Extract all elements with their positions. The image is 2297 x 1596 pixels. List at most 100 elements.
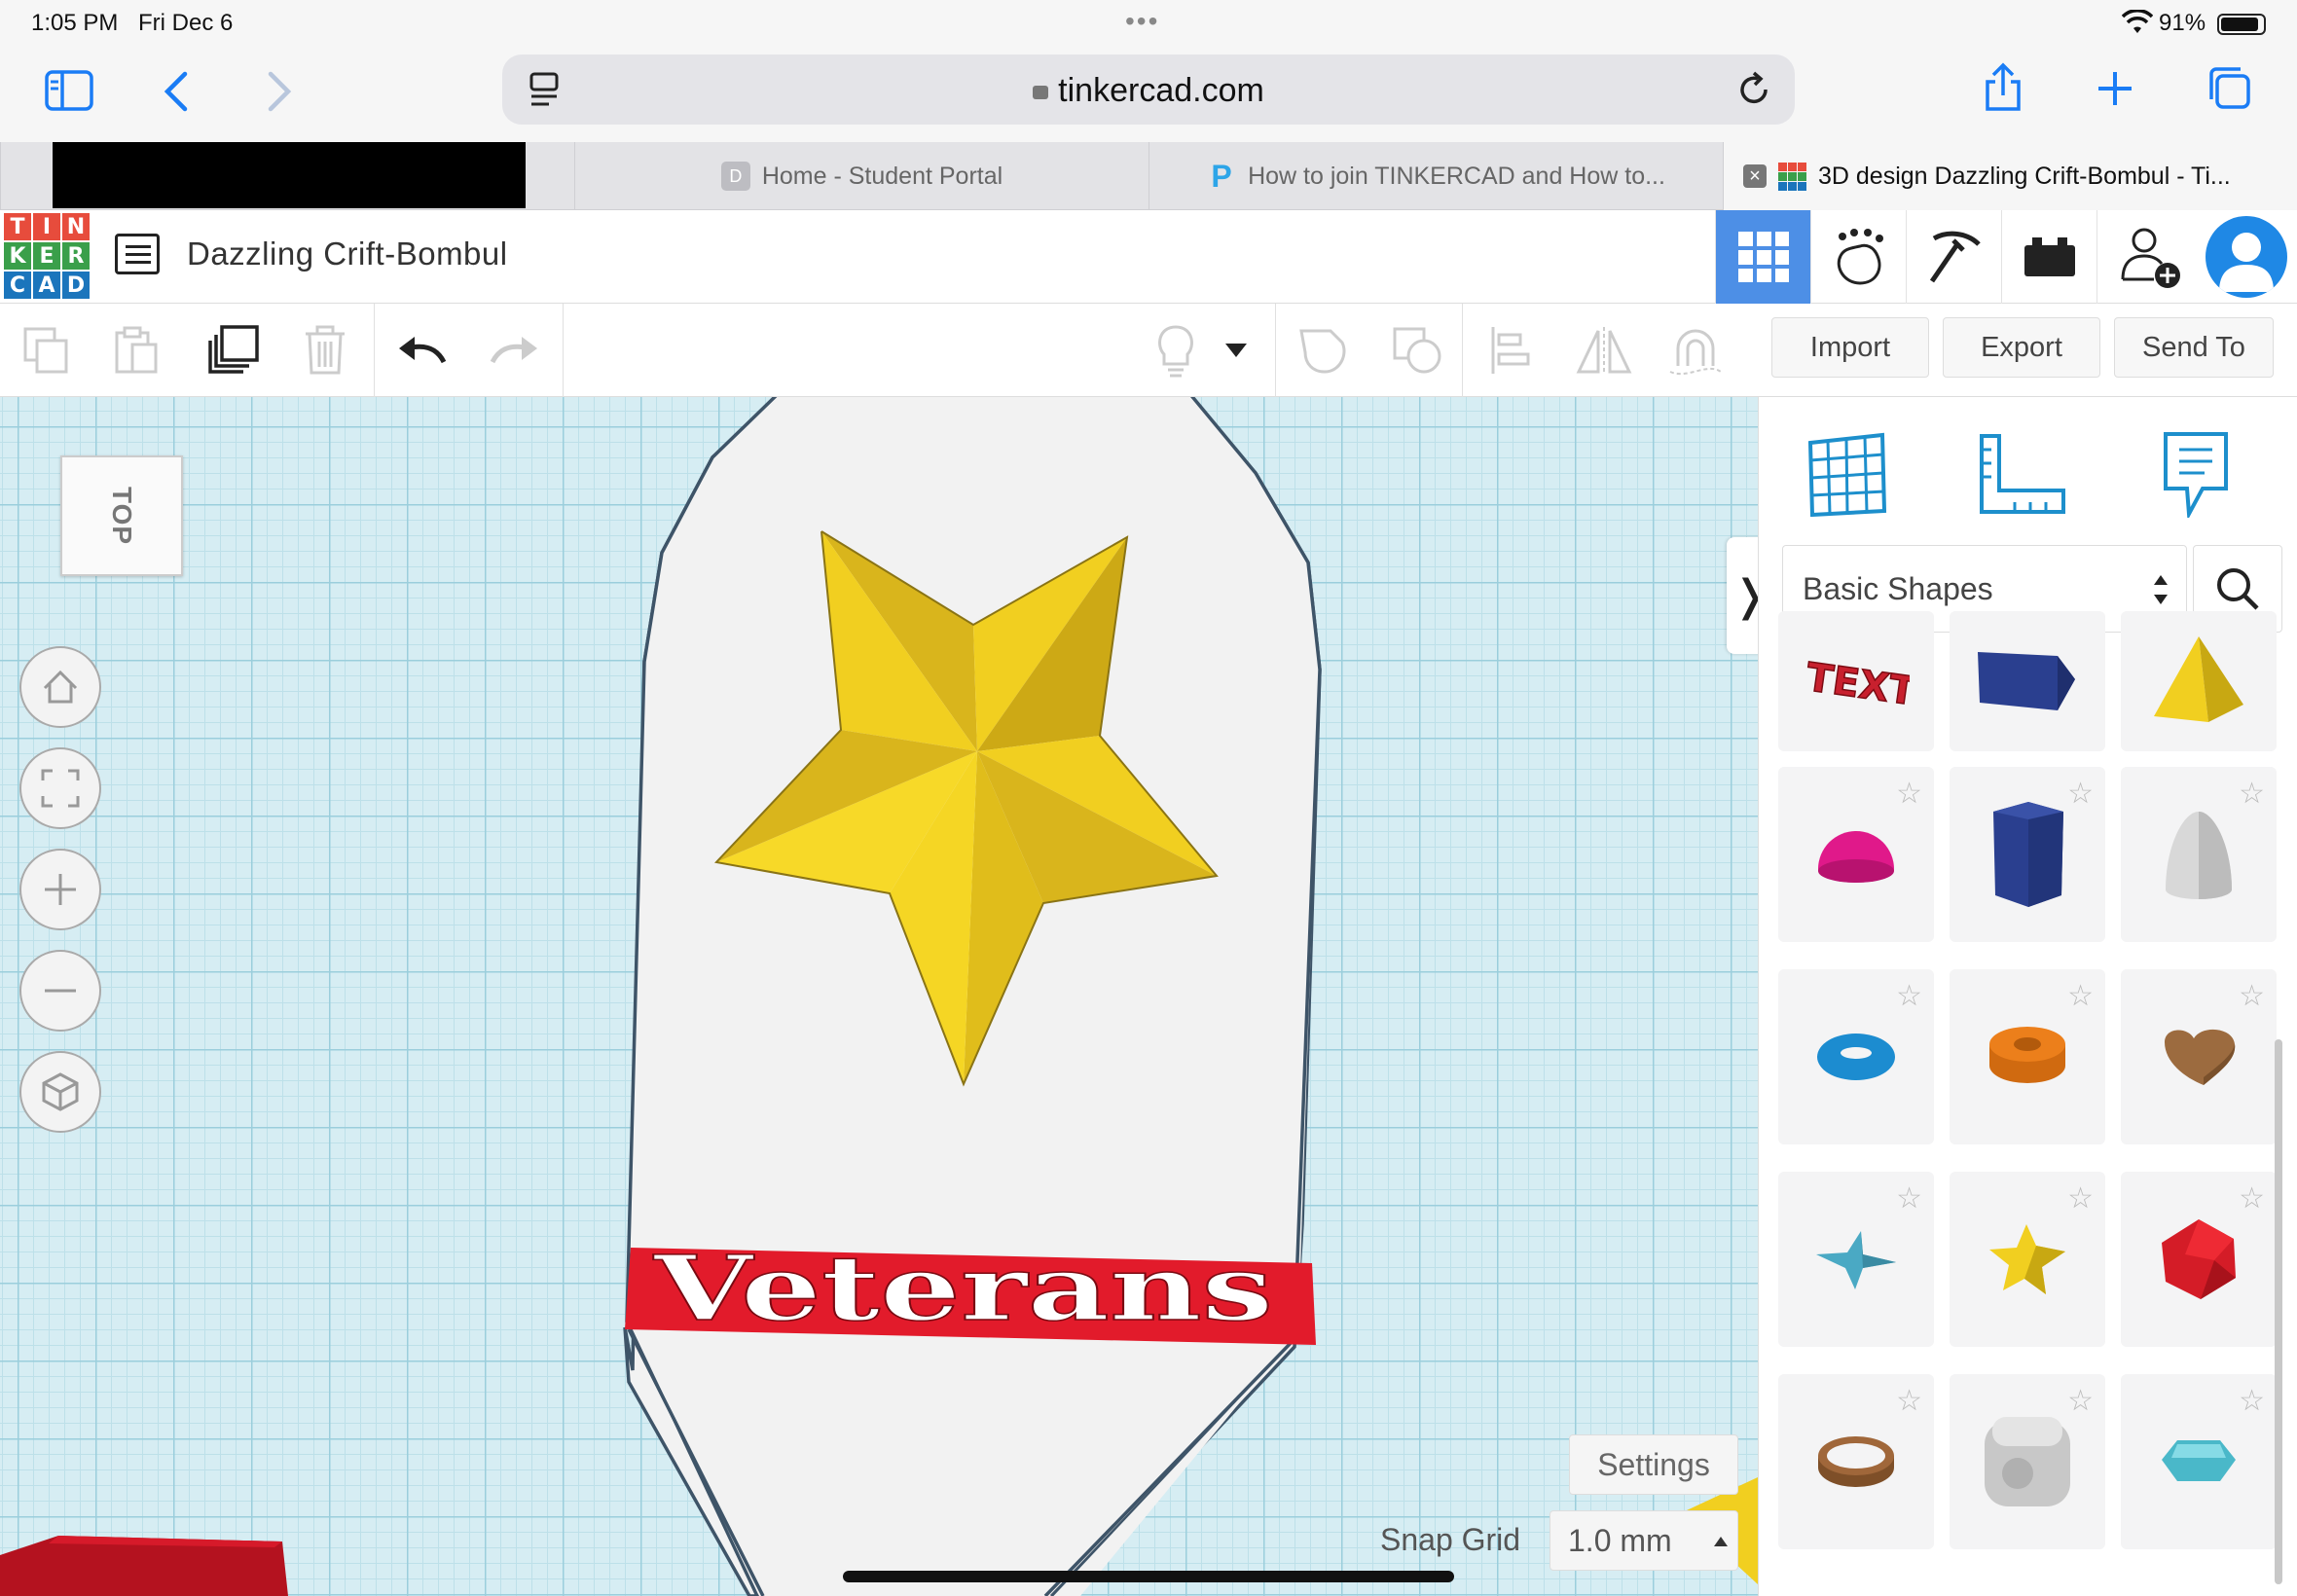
ungroup-button[interactable] [1388, 321, 1446, 380]
tab-student-portal[interactable]: D Home - Student Portal [574, 142, 1148, 210]
favorite-star-icon[interactable]: ☆ [2239, 979, 2265, 1013]
reload-icon[interactable] [1734, 70, 1773, 109]
tab-tinkercad-design[interactable]: × 3D design Dazzling Crift-Bombul - Ti..… [1723, 142, 2297, 210]
zoom-out-button[interactable] [19, 950, 101, 1032]
tab-label: Home - Student Portal [761, 162, 1003, 190]
shape-paraboloid[interactable]: ☆ [2121, 767, 2277, 942]
delete-button[interactable] [296, 321, 354, 380]
plus-icon [45, 874, 76, 905]
favorite-star-icon[interactable]: ☆ [1896, 979, 1922, 1013]
back-icon[interactable] [162, 70, 191, 113]
shape-heart[interactable]: ☆ [2121, 969, 2277, 1144]
rounded-box-icon [1985, 1417, 2070, 1506]
shape-pyramid[interactable] [2121, 611, 2277, 751]
settings-button[interactable]: Settings [1569, 1434, 1738, 1495]
caret-up-icon [1714, 1537, 1728, 1546]
favorite-star-icon[interactable]: ☆ [2067, 979, 2094, 1013]
paste-button[interactable] [107, 321, 165, 380]
minus-icon [45, 989, 76, 993]
shape-star[interactable]: ☆ [1778, 1172, 1934, 1347]
home-indicator[interactable] [843, 1571, 1454, 1582]
design-menu-icon[interactable] [115, 234, 160, 274]
new-tab-icon[interactable] [2096, 70, 2133, 107]
favorite-star-icon[interactable]: ☆ [2239, 1181, 2265, 1215]
workplane[interactable]: Veterans TOP Settings Snap Grid 1.0 mm [0, 397, 1758, 1596]
paste-icon [115, 326, 158, 374]
avatar-icon [2219, 233, 2274, 292]
blocks-button[interactable] [1810, 210, 1906, 304]
notes-tool[interactable] [2142, 420, 2249, 527]
mirror-icon [1576, 327, 1632, 374]
show-hide-button[interactable] [1147, 321, 1205, 380]
tab-overview-icon[interactable] [2206, 66, 2252, 111]
multitask-dots-icon[interactable]: ••• [1125, 6, 1159, 37]
favorite-star-icon[interactable]: ☆ [2067, 1384, 2094, 1418]
view-cube[interactable]: TOP [60, 455, 183, 576]
fit-view-button[interactable] [19, 747, 101, 829]
shape-ring[interactable]: ☆ [1778, 1374, 1934, 1549]
shape-text[interactable]: TEXT [1778, 611, 1934, 751]
send-to-button[interactable]: Send To [2114, 317, 2274, 378]
shape-gem[interactable]: ☆ [2121, 1374, 2277, 1549]
shape-star-gold[interactable]: ☆ [1950, 1172, 2105, 1347]
veterans-text: Veterans [653, 1236, 1273, 1341]
zoom-in-button[interactable] [19, 849, 101, 930]
favorite-star-icon[interactable]: ☆ [1896, 1384, 1922, 1418]
undo-button[interactable] [393, 321, 452, 380]
align-button[interactable] [1481, 321, 1540, 380]
user-avatar[interactable] [2206, 216, 2287, 298]
design-title[interactable]: Dazzling Crift-Bombul [187, 236, 508, 272]
shape-polygon[interactable]: ☆ [1950, 767, 2105, 942]
tab-how-to-join[interactable]: P How to join TINKERCAD and How to... [1148, 142, 1723, 210]
panel-scrollbar[interactable] [2275, 1039, 2282, 1584]
favorite-star-icon[interactable]: ☆ [1896, 777, 1922, 811]
show-hide-dropdown[interactable] [1217, 321, 1256, 380]
tab-label: How to join TINKERCAD and How to... [1248, 162, 1665, 190]
duplicate-button[interactable] [204, 321, 263, 380]
import-button[interactable]: Import [1771, 317, 1929, 378]
redo-icon [490, 337, 537, 364]
browser-toolbar: tinkercad.com [0, 49, 2297, 142]
cruise-button[interactable] [1666, 321, 1725, 380]
workplane-tool[interactable] [1794, 420, 1901, 527]
address-bar[interactable]: tinkercad.com [502, 54, 1795, 125]
pyramid-icon [2154, 636, 2243, 722]
design-canvas: Veterans [0, 397, 1758, 1596]
share-icon[interactable] [1982, 62, 2024, 113]
home-view-button[interactable] [19, 646, 101, 728]
favorite-star-icon[interactable]: ☆ [2239, 1384, 2265, 1418]
copy-button[interactable] [18, 321, 76, 380]
invite-user-button[interactable] [2096, 210, 2204, 304]
favorite-star-icon[interactable]: ☆ [2067, 777, 2094, 811]
pickaxe-icon [1929, 231, 1981, 283]
shape-torus[interactable]: ☆ [1778, 969, 1934, 1144]
redo-button[interactable] [485, 321, 543, 380]
tinkercad-logo[interactable]: TIN KER CAD [4, 213, 90, 299]
favorite-star-icon[interactable]: ☆ [2067, 1181, 2094, 1215]
3d-view-button[interactable] [1715, 210, 1810, 304]
favorite-star-icon[interactable]: ☆ [2239, 777, 2265, 811]
duplicate-icon [208, 325, 259, 374]
perspective-button[interactable] [19, 1051, 101, 1133]
shape-box[interactable] [1950, 611, 2105, 751]
export-button[interactable]: Export [1943, 317, 2100, 378]
bricks-button[interactable] [1906, 210, 2001, 304]
svg-text:TEXT: TEXT [1804, 655, 1910, 710]
ruler-tool[interactable] [1969, 420, 2076, 527]
tinkercad-favicon [1778, 162, 1806, 191]
snap-grid-select[interactable]: 1.0 mm [1550, 1510, 1738, 1571]
shape-rounded-box[interactable]: ☆ [1950, 1374, 2105, 1549]
shape-half-sphere[interactable]: ☆ [1778, 767, 1934, 942]
shape-tube[interactable]: ☆ [1950, 969, 2105, 1144]
mirror-button[interactable] [1575, 321, 1633, 380]
favorite-star-icon[interactable]: ☆ [1896, 1181, 1922, 1215]
group-button[interactable] [1294, 321, 1353, 380]
import-export-bar: Import Export Send To [1758, 304, 2297, 397]
sidebar-toggle-icon[interactable] [45, 70, 93, 111]
shape-icosahedron[interactable]: ☆ [2121, 1172, 2277, 1347]
heart-icon [2165, 1029, 2236, 1085]
close-tab-icon[interactable]: × [1743, 164, 1767, 188]
projects-button[interactable] [2001, 210, 2096, 304]
forward-icon[interactable] [265, 70, 294, 113]
favicon: D [720, 162, 750, 191]
